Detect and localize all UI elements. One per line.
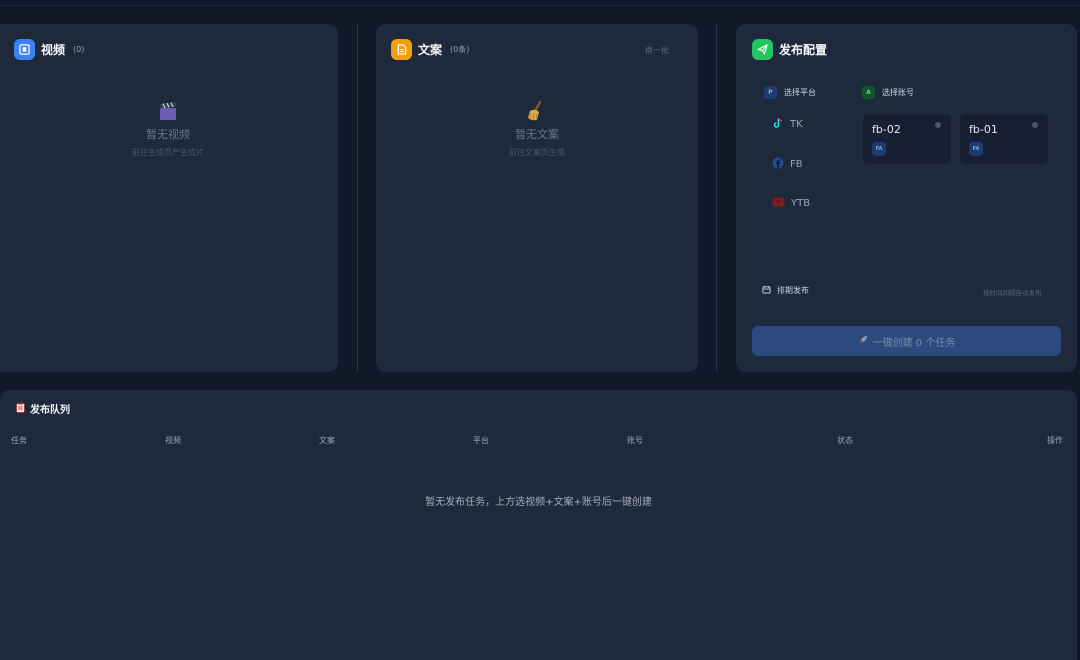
platform-tag: P xyxy=(764,86,777,99)
schedule-label: 排期发布 xyxy=(777,286,809,295)
publish-panel-header: 发布配置 xyxy=(752,39,827,60)
platform-option-ytb[interactable]: YTB xyxy=(772,197,810,210)
account-badge: FA xyxy=(969,142,983,156)
video-panel-header: 视频 (0) xyxy=(14,39,84,60)
platform-section-title: 选择平台 xyxy=(784,88,816,97)
account-section-title: 选择账号 xyxy=(882,88,914,97)
create-tasks-button[interactable]: 一键创建 0 个任务 xyxy=(752,326,1061,356)
queue-title: 发布队列 xyxy=(30,405,70,416)
column-header-task: 任务 xyxy=(11,436,27,445)
rocket-icon xyxy=(858,335,868,348)
video-empty-title: 暂无视频 xyxy=(146,128,190,141)
account-status-dot xyxy=(1032,122,1038,128)
copy-panel-header: 文案 (0条) xyxy=(391,39,469,60)
column-header-account: 账号 xyxy=(627,436,643,445)
platform-label: FB xyxy=(790,159,803,170)
account-status-dot xyxy=(935,122,941,128)
account-badge: FA xyxy=(872,142,886,156)
schedule-hint: 按时间间隔自动发布 xyxy=(983,289,1042,297)
copy-empty-hint: 前往文案页生成 xyxy=(509,148,565,157)
clapperboard-icon xyxy=(100,100,236,122)
film-icon xyxy=(14,39,35,60)
account-card-fb-02[interactable]: fb-02 FA xyxy=(863,114,951,164)
platform-option-fb[interactable]: FB xyxy=(772,157,803,172)
facebook-icon xyxy=(772,157,784,172)
account-name: fb-02 xyxy=(872,123,901,136)
account-card-fb-01[interactable]: fb-01 FA xyxy=(960,114,1048,164)
top-divider xyxy=(0,5,1080,6)
calendar-icon xyxy=(762,285,771,296)
platform-option-tk[interactable]: TK xyxy=(772,117,803,132)
copy-count: (0条) xyxy=(450,45,470,54)
refresh-batch-link[interactable]: 换一批 xyxy=(645,45,669,56)
queue-empty-message: 暂无发布任务，上方选视频+文案+账号后一键创建 xyxy=(425,497,652,508)
clipboard-icon xyxy=(16,402,25,416)
publish-panel-title: 发布配置 xyxy=(779,43,828,57)
panel-divider xyxy=(716,24,717,372)
panel-divider xyxy=(357,24,358,372)
video-count: (0) xyxy=(73,45,85,54)
copy-empty-state: 暂无文案 前往文案页生成 xyxy=(480,100,594,158)
schedule-toggle[interactable]: 排期发布 xyxy=(762,285,809,296)
copy-panel-title: 文案 xyxy=(418,43,443,57)
video-empty-hint: 前往生成页产生成片 xyxy=(132,148,204,157)
copy-empty-title: 暂无文案 xyxy=(515,128,559,141)
video-panel-title: 视频 xyxy=(41,43,66,57)
copy-panel xyxy=(376,24,698,372)
tiktok-icon xyxy=(772,117,784,132)
queue-header: 发布队列 xyxy=(16,401,70,416)
account-name: fb-01 xyxy=(969,123,998,136)
account-tag: A xyxy=(862,86,875,99)
broom-icon xyxy=(480,100,594,122)
create-tasks-label: 一键创建 0 个任务 xyxy=(872,337,956,349)
video-empty-state: 暂无视频 前往生成页产生成片 xyxy=(100,100,236,158)
column-header-video: 视频 xyxy=(165,436,181,445)
column-header-actions: 操作 xyxy=(1047,436,1063,445)
column-header-platform: 平台 xyxy=(473,436,489,445)
platform-label: YTB xyxy=(791,198,811,209)
youtube-icon xyxy=(772,197,785,210)
account-section-label: A 选择账号 xyxy=(862,86,914,99)
send-icon xyxy=(752,39,773,60)
column-header-status: 状态 xyxy=(837,436,853,445)
column-header-copy: 文案 xyxy=(319,436,335,445)
publish-queue-panel xyxy=(0,390,1077,660)
platform-label: TK xyxy=(790,119,803,130)
document-icon xyxy=(391,39,412,60)
video-panel xyxy=(0,24,338,372)
platform-section-label: P 选择平台 xyxy=(764,86,816,99)
